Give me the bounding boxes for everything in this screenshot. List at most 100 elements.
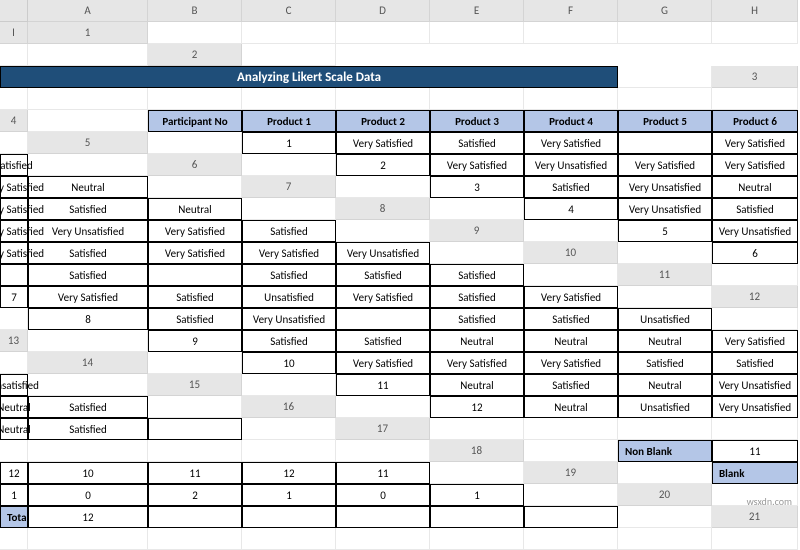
empty-cell[interactable] [242, 154, 336, 176]
empty-cell[interactable] [0, 44, 28, 66]
data-cell[interactable]: Very Satisfied [430, 352, 524, 374]
data-cell[interactable]: Satisfied [524, 308, 618, 330]
col-header[interactable]: F [524, 0, 618, 22]
data-cell[interactable]: Satisfied [28, 396, 148, 418]
data-cell[interactable]: Neutral [148, 198, 242, 220]
data-cell[interactable]: Satisfied [28, 418, 148, 440]
empty-cell[interactable] [618, 418, 712, 440]
empty-cell[interactable] [524, 528, 618, 550]
empty-cell[interactable] [524, 440, 618, 462]
col-header[interactable]: D [336, 0, 430, 22]
empty-cell[interactable] [28, 330, 148, 352]
empty-cell[interactable] [336, 220, 430, 242]
empty-cell[interactable] [712, 88, 798, 110]
empty-cell[interactable] [336, 22, 430, 44]
data-cell[interactable] [148, 418, 242, 440]
data-cell[interactable]: Satisfied [430, 286, 524, 308]
data-cell[interactable]: Very Satisfied [336, 352, 430, 374]
data-cell[interactable]: Very Satisfied [430, 154, 524, 176]
summary-cell[interactable] [336, 506, 430, 528]
empty-cell[interactable] [712, 418, 798, 440]
empty-cell[interactable] [524, 264, 618, 286]
data-cell[interactable]: Very Unsatisfied [28, 220, 148, 242]
data-cell[interactable]: Very Satisfied [336, 132, 430, 154]
empty-cell[interactable] [28, 110, 148, 132]
empty-cell[interactable] [524, 484, 618, 506]
row-header[interactable]: 18 [430, 440, 524, 462]
empty-cell[interactable] [430, 242, 524, 264]
data-cell[interactable]: Satisfied [242, 330, 336, 352]
empty-cell[interactable] [0, 352, 28, 374]
row-header[interactable]: 4 [0, 110, 28, 132]
data-cell[interactable]: Satisfied [430, 308, 524, 330]
row-header[interactable]: 2 [148, 44, 242, 66]
empty-cell[interactable] [524, 220, 618, 242]
row-header[interactable]: 20 [618, 484, 712, 506]
empty-cell[interactable] [242, 198, 336, 220]
summary-cell[interactable]: 0 [336, 484, 430, 506]
data-cell[interactable]: Satisfied [0, 154, 28, 176]
empty-cell[interactable] [618, 286, 712, 308]
empty-cell[interactable] [618, 88, 712, 110]
empty-cell[interactable] [618, 242, 712, 264]
empty-cell[interactable] [524, 418, 618, 440]
summary-cell[interactable]: 12 [242, 462, 336, 484]
data-cell[interactable]: Neutral [712, 176, 798, 198]
empty-cell[interactable] [148, 440, 242, 462]
data-cell[interactable]: Satisfied [28, 242, 148, 264]
data-cell[interactable]: Very Satisfied [0, 176, 28, 198]
row-header[interactable]: 11 [618, 264, 712, 286]
data-cell[interactable]: Very Unsatisfied [712, 374, 798, 396]
col-header[interactable]: I [0, 22, 28, 44]
empty-cell[interactable] [336, 528, 430, 550]
empty-cell[interactable] [28, 440, 148, 462]
data-cell[interactable]: Neutral [618, 330, 712, 352]
row-header[interactable]: 14 [28, 352, 148, 374]
data-cell[interactable]: Very Satisfied [0, 242, 28, 264]
row-header[interactable]: 3 [712, 66, 798, 88]
data-cell[interactable]: Neutral [618, 374, 712, 396]
data-cell[interactable]: Unsatisfied [618, 396, 712, 418]
data-cell[interactable]: Neutral [524, 330, 618, 352]
data-cell[interactable]: Very Unsatisfied [524, 154, 618, 176]
data-cell[interactable]: Very Satisfied [0, 220, 28, 242]
empty-cell[interactable] [524, 22, 618, 44]
empty-cell[interactable] [430, 22, 524, 44]
data-cell[interactable]: Satisfied [148, 308, 242, 330]
empty-cell[interactable] [430, 528, 524, 550]
empty-cell[interactable] [618, 22, 712, 44]
data-cell[interactable]: Neutral [0, 396, 28, 418]
data-cell[interactable]: Very Satisfied [712, 132, 798, 154]
empty-cell[interactable] [524, 88, 618, 110]
empty-cell[interactable] [0, 132, 28, 154]
summary-cell[interactable]: 11 [148, 462, 242, 484]
empty-cell[interactable] [430, 88, 524, 110]
data-cell[interactable]: Very Unsatisfied [712, 396, 798, 418]
data-cell[interactable]: Very Satisfied [242, 242, 336, 264]
row-header[interactable]: 13 [0, 330, 28, 352]
empty-cell[interactable] [618, 506, 712, 528]
data-cell[interactable]: Very Satisfied [524, 132, 618, 154]
empty-cell[interactable] [336, 440, 430, 462]
empty-cell[interactable] [336, 88, 430, 110]
data-cell[interactable]: Neutral [0, 418, 28, 440]
empty-cell[interactable] [0, 308, 28, 330]
summary-cell[interactable] [430, 506, 524, 528]
summary-cell[interactable] [242, 506, 336, 528]
row-header[interactable]: 6 [148, 154, 242, 176]
row-header[interactable]: 15 [148, 374, 242, 396]
data-cell[interactable] [618, 132, 712, 154]
data-cell[interactable]: Satisfied [242, 264, 336, 286]
row-header[interactable]: 5 [28, 132, 148, 154]
empty-cell[interactable] [28, 154, 148, 176]
data-cell[interactable] [336, 308, 430, 330]
empty-cell[interactable] [618, 462, 712, 484]
data-cell[interactable]: Satisfied [242, 220, 336, 242]
data-cell[interactable]: Very Satisfied [148, 242, 242, 264]
summary-cell[interactable]: 0 [28, 484, 148, 506]
data-cell[interactable]: Very Satisfied [0, 198, 28, 220]
empty-cell[interactable] [712, 308, 798, 330]
summary-cell[interactable]: 1 [0, 484, 28, 506]
empty-cell[interactable] [0, 528, 28, 550]
col-header[interactable]: A [28, 0, 148, 22]
